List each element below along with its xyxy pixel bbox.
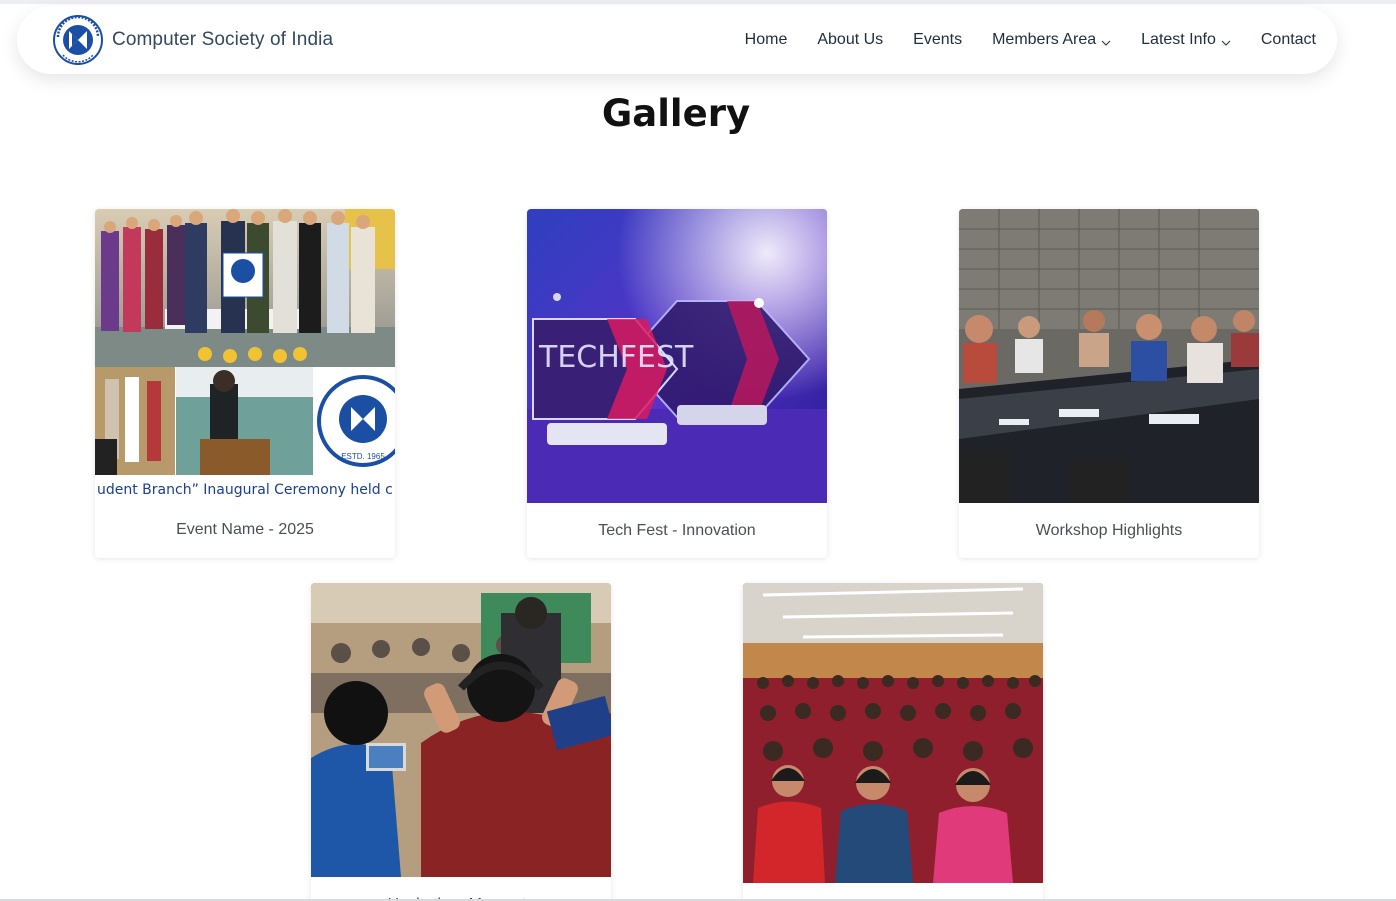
gallery-image-tech-fest: TECHFEST <box>527 209 827 503</box>
navbar: Computer Society of India Home About Us … <box>17 6 1337 74</box>
gallery-image-hackathon <box>311 583 611 877</box>
csi-logo-icon <box>53 15 103 65</box>
gallery-card-auditorium[interactable] <box>743 583 1043 901</box>
gallery-caption: Event Name - 2025 <box>176 521 314 538</box>
nav-events[interactable]: Events <box>913 31 962 49</box>
gallery-caption: Hackathon Moments <box>311 877 611 901</box>
nav-contact[interactable]: Contact <box>1261 31 1316 49</box>
gallery-card-workshop[interactable]: Workshop Highlights <box>959 209 1259 558</box>
gallery-card-tech-fest[interactable]: TECHFEST Tech Fest - Innovation <box>527 209 827 558</box>
nav-home-label: Home <box>744 31 788 48</box>
gallery-caption: Workshop Highlights <box>1035 522 1183 539</box>
brand-link[interactable]: Computer Society of India <box>53 15 333 65</box>
main-nav: Home About Us Events Members Area Latest… <box>745 6 1316 74</box>
nav-latest-info-label: Latest Info <box>1141 31 1216 48</box>
gallery-card-event[interactable]: ESTD. 1965 udent Branch” Inaugural Cerem… <box>95 209 395 558</box>
nav-contact-label: Contact <box>1260 31 1316 48</box>
chevron-down-icon <box>1101 35 1111 46</box>
nav-members-area[interactable]: Members Area <box>992 31 1111 49</box>
gallery-image-event: ESTD. 1965 udent Branch” Inaugural Cerem… <box>95 209 395 502</box>
nav-latest-info[interactable]: Latest Info <box>1141 31 1231 49</box>
nav-about-us-label: About Us <box>817 31 884 48</box>
top-border <box>0 0 1396 4</box>
page-title: Gallery <box>601 92 751 135</box>
gallery-image-auditorium <box>743 583 1043 883</box>
techfest-sign-text: TECHFEST <box>538 340 694 375</box>
gallery-image-workshop <box>959 209 1259 503</box>
brand-name: Computer Society of India <box>112 29 334 50</box>
gallery-caption: Tech Fest - Innovation <box>598 522 756 539</box>
gallery-banner-text: udent Branch” Inaugural Ceremony held c <box>97 482 393 498</box>
chevron-down-icon <box>1221 35 1231 46</box>
nav-home[interactable]: Home <box>745 31 788 49</box>
nav-events-label: Events <box>913 31 963 48</box>
gallery-card-hackathon[interactable]: Hackathon Moments <box>311 583 611 901</box>
nav-about-us[interactable]: About Us <box>817 31 883 49</box>
csi-stamp-text: ESTD. 1965 <box>341 452 385 461</box>
nav-members-area-label: Members Area <box>992 31 1097 48</box>
